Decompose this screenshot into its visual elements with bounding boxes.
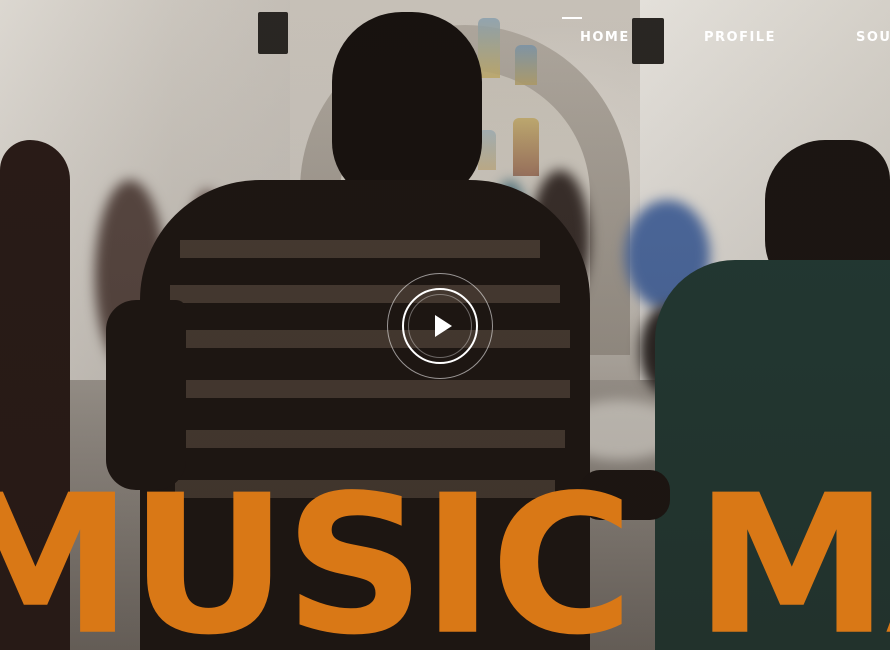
stained-glass-window <box>478 18 500 78</box>
nav-item-home[interactable]: HOME <box>580 30 630 45</box>
nav-item-sou[interactable]: SOU <box>856 30 890 45</box>
stained-glass-window <box>513 118 539 176</box>
nav-active-indicator <box>562 17 582 19</box>
play-video-button[interactable] <box>387 273 493 379</box>
play-icon <box>435 315 452 337</box>
wall-speaker <box>632 18 664 64</box>
nav-item-profile[interactable]: PROFILE <box>704 30 776 45</box>
wall-speaker <box>258 12 288 54</box>
play-button-circle <box>402 288 478 364</box>
hero-section: HOME PROFILE SOU MUSIC MA <box>0 0 890 650</box>
foreground-person-center-head <box>332 12 482 202</box>
stained-glass-window <box>515 45 537 85</box>
hero-headline: MUSIC MA <box>0 454 890 650</box>
